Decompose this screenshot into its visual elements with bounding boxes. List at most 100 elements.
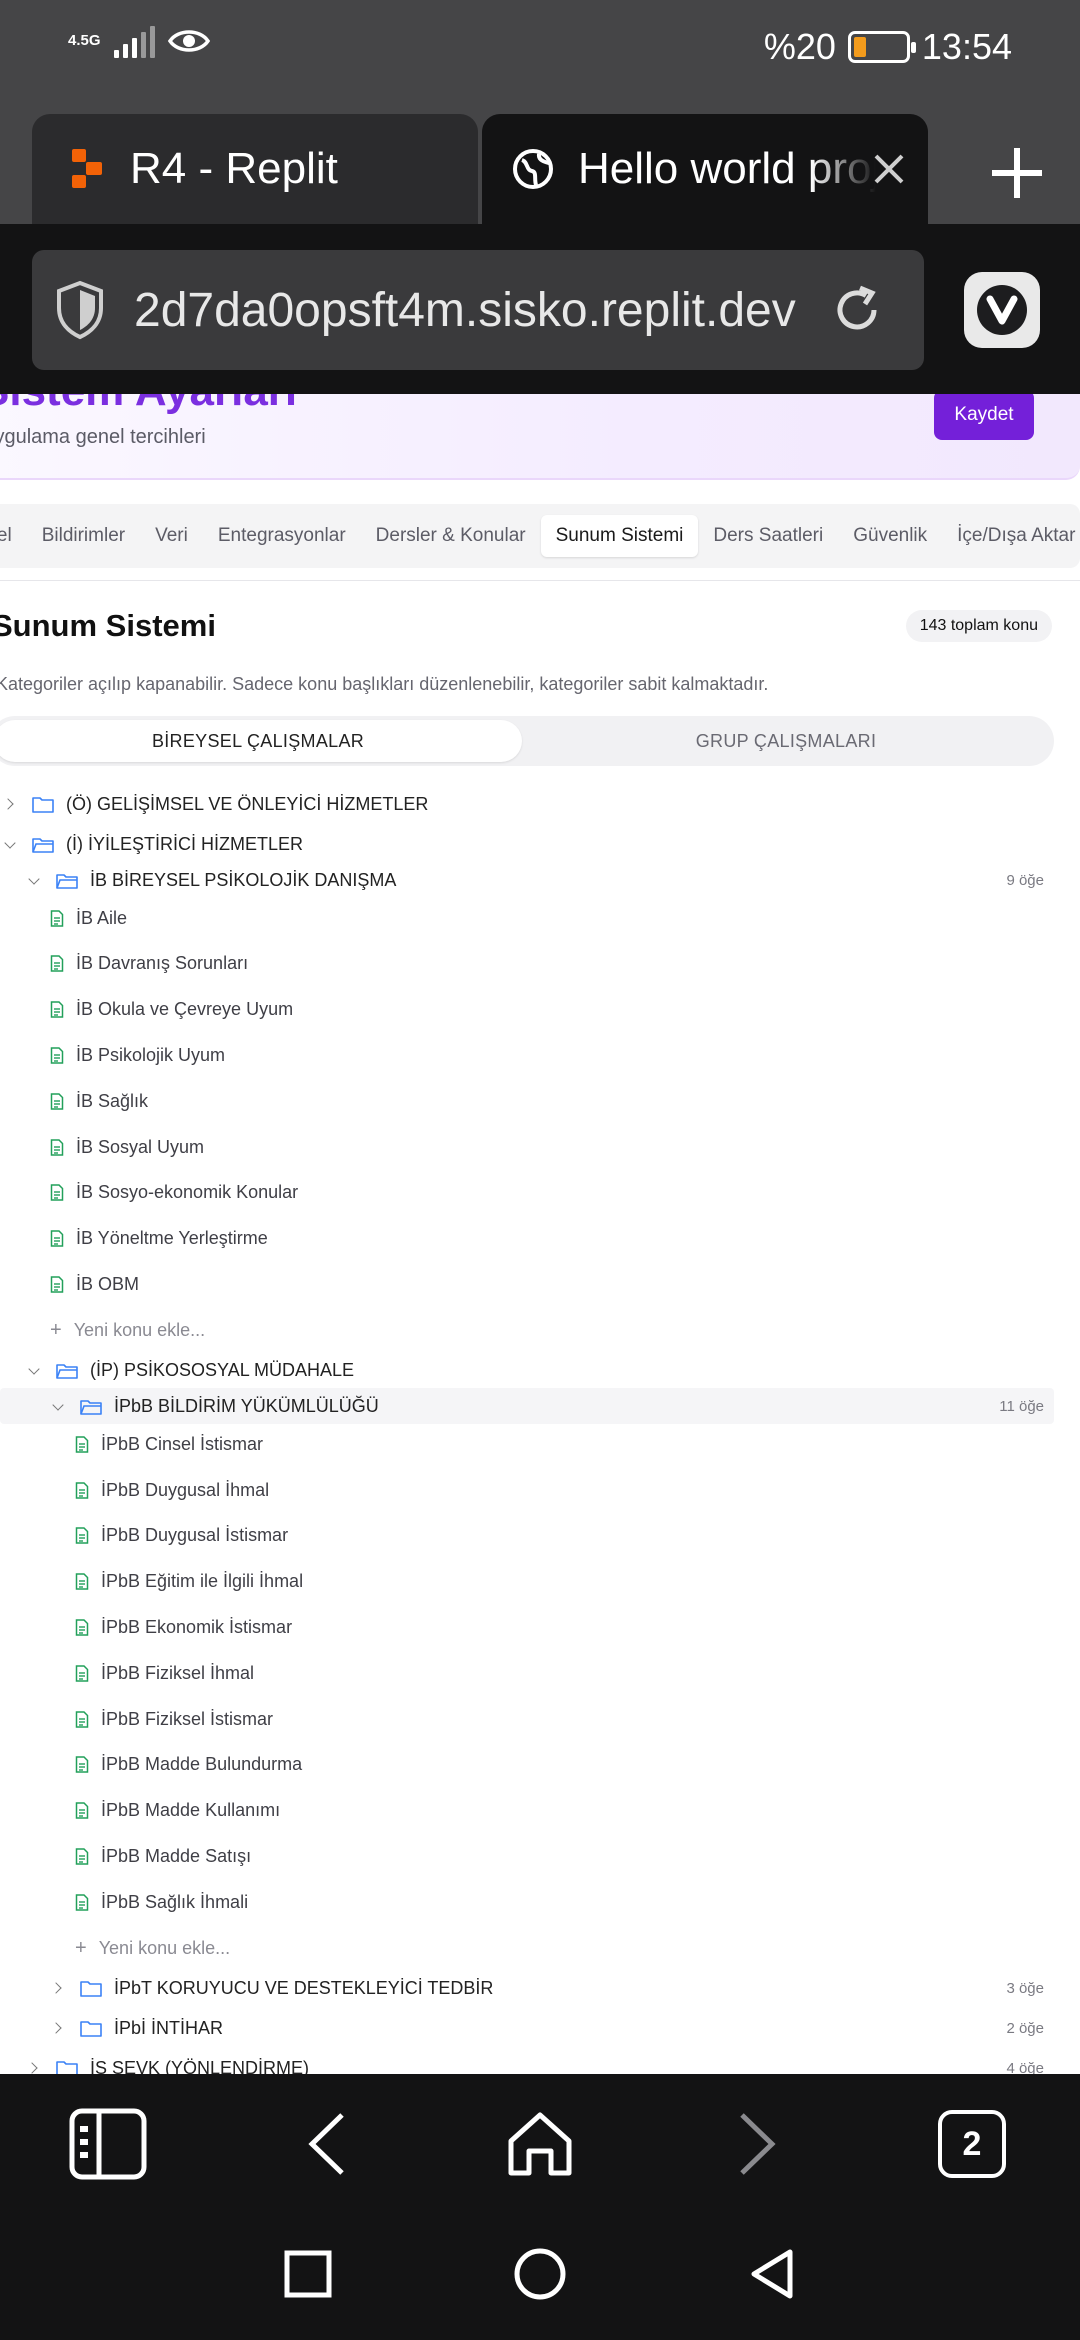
tree-topic[interactable]: İB Yöneltme Yerleştirme — [0, 1221, 1054, 1257]
document-icon — [50, 1047, 64, 1064]
item-count: 9 öğe — [1006, 871, 1044, 889]
tree-topic[interactable]: İPbB Eğitim ile İlgili İhmal — [0, 1564, 1054, 1600]
tab-sunum-sistemi[interactable]: Sunum Sistemi — [540, 515, 699, 557]
add-topic-button[interactable]: + Yeni konu ekle... — [0, 1930, 1054, 1966]
folder-open-icon — [32, 837, 54, 853]
recents-button[interactable] — [278, 2244, 338, 2304]
tab-veri[interactable]: Veri — [140, 515, 203, 557]
chevron-down-icon[interactable] — [26, 1362, 42, 1378]
tree-topic[interactable]: İPbB Duygusal İstismar — [0, 1518, 1054, 1554]
chevron-down-icon[interactable] — [26, 872, 42, 888]
tree-topic[interactable]: İPbB Duygusal İhmal — [0, 1472, 1054, 1508]
topic-label: İB Sosyo-ekonomik Konular — [76, 1182, 299, 1203]
tree-topic[interactable]: İPbB Sağlık İhmali — [0, 1884, 1054, 1920]
tree-topic[interactable]: İB OBM — [0, 1266, 1054, 1302]
chevron-right-icon[interactable] — [2, 796, 18, 812]
tab-ders-saatleri[interactable]: Ders Saatleri — [698, 515, 838, 557]
document-icon — [50, 1001, 64, 1018]
save-button[interactable]: Kaydet — [934, 394, 1034, 440]
home-button[interactable] — [500, 2104, 580, 2184]
tree-category-ip[interactable]: (İP) PSİKOSOSYAL MÜDAHALE — [0, 1352, 1054, 1388]
system-back-button[interactable] — [742, 2244, 802, 2304]
topic-label: İB Aile — [76, 907, 128, 928]
system-home-button[interactable] — [510, 2244, 570, 2304]
tree-category-i[interactable]: (İ) İYİLEŞTİRİCİ HİZMETLER — [0, 826, 1054, 862]
tab-genel[interactable]: Genel — [0, 515, 27, 557]
tree-topic[interactable]: İB Okula ve Çevreye Uyum — [0, 992, 1054, 1028]
tree-topic[interactable]: İPbB Fiziksel İstismar — [0, 1701, 1054, 1737]
circle-icon — [514, 2248, 566, 2300]
segment-bireysel[interactable]: BİREYSEL ÇALIŞMALAR — [0, 720, 522, 762]
tree-category-is[interactable]: İS SEVK (YÖNLENDİRME) 4 öğe — [0, 2050, 1054, 2074]
topic-label: İPbB Madde Bulundurma — [101, 1754, 303, 1775]
category-label: (Ö) GELİŞİMSEL VE ÖNLEYİCİ HİZMETLER — [66, 793, 429, 814]
shield-icon[interactable] — [54, 280, 106, 340]
vivaldi-menu-button[interactable] — [964, 272, 1040, 348]
chevron-right-icon[interactable] — [26, 2060, 42, 2074]
tree-topic[interactable]: İPbB Madde Satışı — [0, 1838, 1054, 1874]
topic-label: İPbB Madde Satışı — [101, 1845, 252, 1866]
folder-icon — [80, 1980, 102, 1997]
topic-label: İB Davranış Sorunları — [76, 953, 249, 974]
settings-tabs: Genel Bildirimler Veri Entegrasyonlar De… — [0, 504, 1080, 568]
new-tab-button[interactable] — [988, 144, 1046, 202]
triangle-back-icon — [751, 2249, 793, 2299]
total-topics-badge: 143 toplam konu — [905, 610, 1052, 642]
chevron-right-icon[interactable] — [50, 1980, 66, 1996]
url-field[interactable]: 2d7da0opsft4m.sisko.replit.dev — [32, 250, 924, 370]
document-icon — [75, 1802, 89, 1819]
close-icon[interactable] — [872, 152, 906, 186]
segment-grup[interactable]: GRUP ÇALIŞMALARI — [522, 720, 1050, 762]
tree-category-ipbt[interactable]: İPbT KORUYUCU VE DESTEKLEYİCİ TEDBİR 3 öğ… — [0, 1970, 1054, 2006]
tree-topic[interactable]: İPbB Madde Bulundurma — [0, 1747, 1054, 1783]
tree-topic[interactable]: İB Sosyo-ekonomik Konular — [0, 1175, 1054, 1211]
chevron-down-icon[interactable] — [2, 836, 18, 852]
work-type-segmented-control: BİREYSEL ÇALIŞMALAR GRUP ÇALIŞMALARI — [0, 716, 1054, 766]
reload-icon[interactable] — [830, 283, 884, 337]
back-button[interactable] — [286, 2104, 366, 2184]
vivaldi-logo-icon — [977, 285, 1027, 335]
tree-category-ipbi[interactable]: İPbİ İNTİHAR 2 öğe — [0, 2010, 1054, 2046]
tree-topic[interactable]: İB Davranış Sorunları — [0, 946, 1054, 982]
tab-ice-disa-aktar[interactable]: İçe/Dışa Aktar — [942, 515, 1080, 557]
panel-toggle-button[interactable] — [68, 2104, 148, 2184]
chevron-down-icon[interactable] — [50, 1398, 66, 1414]
category-label: İB BİREYSEL PSİKOLOJİK DANIŞMA — [90, 869, 397, 890]
tree-category-o[interactable]: (Ö) GELİŞİMSEL VE ÖNLEYİCİ HİZMETLER — [0, 786, 1054, 822]
tree-topic[interactable]: İB Sosyal Uyum — [0, 1129, 1054, 1165]
tree-topic[interactable]: İPbB Ekonomik İstismar — [0, 1609, 1054, 1645]
folder-open-icon — [56, 1363, 78, 1379]
chevron-right-icon[interactable] — [50, 2020, 66, 2036]
chevron-left-icon — [308, 2113, 344, 2175]
browser-tab-replit[interactable]: R4 - Replit — [32, 114, 478, 224]
topic-label: İB Okula ve Çevreye Uyum — [76, 999, 294, 1020]
topic-label: İPbB Madde Kullanımı — [101, 1800, 281, 1821]
tab-entegrasyonlar[interactable]: Entegrasyonlar — [203, 515, 361, 557]
folder-icon — [56, 2060, 78, 2074]
document-icon — [75, 1435, 89, 1453]
tree-category-ib[interactable]: İB BİREYSEL PSİKOLOJİK DANIŞMA 9 öğe — [0, 862, 1054, 898]
tree-category-ipbb[interactable]: İPbB BİLDİRİM YÜKÜMLÜLÜĞÜ 11 öğe — [0, 1388, 1054, 1425]
forward-button[interactable] — [718, 2104, 798, 2184]
status-left: 4.5G — [68, 24, 211, 58]
tab-bildirimler[interactable]: Bildirimler — [27, 515, 140, 557]
document-icon — [75, 1481, 89, 1499]
web-page: Sistem Ayarları Uygulama genel tercihler… — [0, 394, 1080, 2074]
item-count: 4 öğe — [1006, 2059, 1044, 2075]
tree-topic[interactable]: İB Psikolojik Uyum — [0, 1037, 1054, 1073]
topic-label: İPbB Fiziksel İstismar — [101, 1708, 274, 1729]
browser-tab-hello-world[interactable]: Hello world project — [482, 114, 928, 224]
topic-label: İPbB Sağlık İhmali — [101, 1891, 249, 1912]
tab-guvenlik[interactable]: Güvenlik — [838, 515, 942, 557]
tab-dersler-konular[interactable]: Dersler & Konular — [361, 515, 541, 557]
square-icon — [284, 2250, 332, 2298]
tab-switcher-button[interactable]: 2 — [932, 2104, 1012, 2184]
tree-topic[interactable]: İB Sağlık — [0, 1083, 1054, 1119]
tree-topic[interactable]: İPbB Madde Kullanımı — [0, 1793, 1054, 1829]
tree-topic[interactable]: İB Aile — [0, 900, 1054, 936]
globe-icon — [513, 149, 553, 189]
tree-topic[interactable]: İPbB Fiziksel İhmal — [0, 1655, 1054, 1691]
add-topic-button[interactable]: + Yeni konu ekle... — [0, 1312, 1054, 1348]
tree-topic[interactable]: İPbB Cinsel İstismar — [0, 1426, 1054, 1462]
chevron-right-icon — [740, 2113, 776, 2175]
